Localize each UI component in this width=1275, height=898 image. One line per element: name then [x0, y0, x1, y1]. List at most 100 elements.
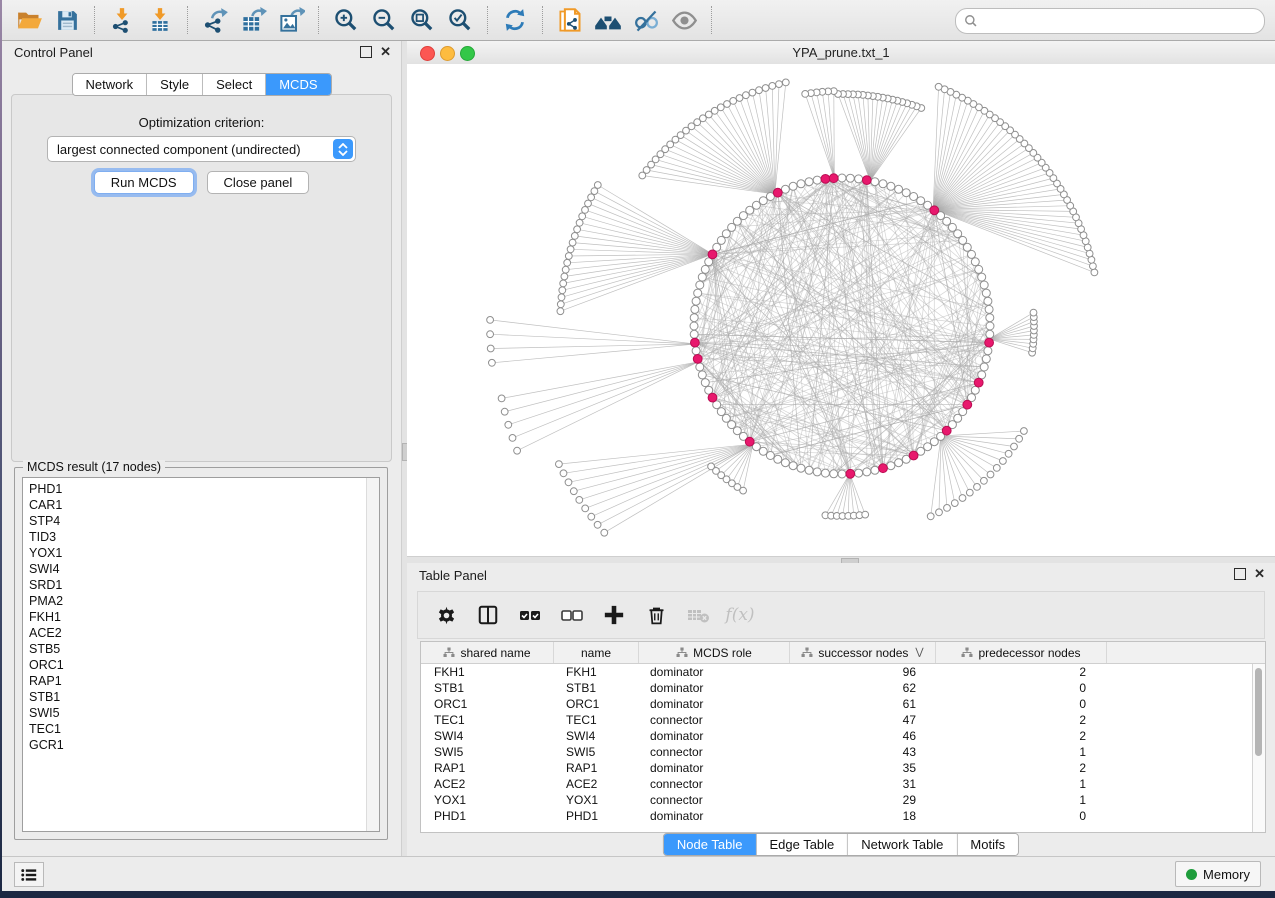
result-item[interactable]: TID3	[29, 529, 379, 545]
cell-mcds-role: dominator	[637, 681, 787, 695]
tab-network[interactable]: Network	[72, 74, 147, 95]
result-item[interactable]: GCR1	[29, 737, 379, 753]
share-document-button[interactable]	[551, 4, 589, 36]
import-network-button[interactable]	[103, 4, 141, 36]
show-eye-button[interactable]	[665, 4, 703, 36]
column-label: predecessor nodes	[978, 646, 1080, 660]
mcds-result-items: PHD1CAR1STP4TID3YOX1SWI4SRD1PMA2FKH1ACE2…	[23, 478, 379, 753]
save-session-button[interactable]	[48, 4, 86, 36]
column-attribute-icon	[801, 647, 813, 658]
tab-edge-table[interactable]: Edge Table	[756, 834, 848, 855]
result-list-scrollbar[interactable]	[366, 478, 379, 831]
table-row[interactable]: SWI5SWI5connector431	[421, 744, 1265, 760]
tab-mcds[interactable]: MCDS	[266, 74, 330, 95]
result-item[interactable]: YOX1	[29, 545, 379, 561]
criterion-dropdown[interactable]: largest connected component (undirected)	[47, 136, 356, 162]
table-row[interactable]: PHD1PHD1dominator180	[421, 808, 1265, 824]
zoom-selected-button[interactable]	[441, 4, 479, 36]
result-item[interactable]: PMA2	[29, 593, 379, 609]
table-scrollbar-thumb[interactable]	[1255, 668, 1262, 756]
close-table-panel-icon[interactable]: ✕	[1254, 569, 1265, 579]
zoom-in-button[interactable]	[327, 4, 365, 36]
result-item[interactable]: SRD1	[29, 577, 379, 593]
table-columns-button[interactable]	[474, 601, 502, 629]
control-panel-tabs: NetworkStyleSelectMCDS	[71, 73, 331, 96]
settings-gear-icon	[436, 605, 457, 626]
search-icon	[964, 14, 978, 28]
mcds-result-group: MCDS result (17 nodes) PHD1CAR1STP4TID3Y…	[14, 467, 388, 840]
hide-glasses-button[interactable]	[627, 4, 665, 36]
column-header-successor-nodes[interactable]: successor nodes⋁	[790, 642, 936, 663]
export-network-button[interactable]	[196, 4, 234, 36]
cell-successor-nodes: 18	[787, 809, 932, 823]
table-row[interactable]: YOX1YOX1connector291	[421, 792, 1265, 808]
delete-row-button[interactable]	[642, 601, 670, 629]
column-header-predecessor-nodes[interactable]: predecessor nodes	[936, 642, 1107, 663]
table-row[interactable]: RAP1RAP1dominator352	[421, 760, 1265, 776]
result-item[interactable]: RAP1	[29, 673, 379, 689]
import-table-icon	[147, 7, 173, 33]
search-network-button[interactable]	[589, 4, 627, 36]
result-item[interactable]: SWI5	[29, 705, 379, 721]
zoom-out-button[interactable]	[365, 4, 403, 36]
import-table-button[interactable]	[141, 4, 179, 36]
table-row[interactable]: ACE2ACE2connector311	[421, 776, 1265, 792]
export-group	[188, 6, 319, 34]
refresh-button[interactable]	[496, 4, 534, 36]
result-item[interactable]: PHD1	[29, 481, 379, 497]
result-item[interactable]: STB5	[29, 641, 379, 657]
zoom-in-icon	[333, 7, 359, 33]
run-mcds-button[interactable]: Run MCDS	[94, 171, 194, 194]
search-input[interactable]	[984, 13, 1256, 30]
tab-style[interactable]: Style	[147, 74, 203, 95]
deselect-all-button[interactable]	[558, 601, 586, 629]
table-scrollbar[interactable]	[1252, 664, 1265, 832]
result-item[interactable]: SWI4	[29, 561, 379, 577]
table-header-row: shared namename MCDS role successor nodes⋁…	[421, 642, 1265, 664]
result-item[interactable]: FKH1	[29, 609, 379, 625]
tab-motifs[interactable]: Motifs	[957, 834, 1018, 855]
result-item[interactable]: STP4	[29, 513, 379, 529]
column-attribute-icon	[443, 647, 455, 658]
close-panel-button[interactable]: Close panel	[207, 171, 310, 194]
node-table[interactable]: shared namename MCDS role successor nodes⋁…	[420, 641, 1266, 833]
export-table-icon	[240, 7, 267, 34]
table-row[interactable]: TEC1TEC1connector472	[421, 712, 1265, 728]
list-icon	[21, 868, 37, 882]
main-toolbar	[2, 0, 1275, 41]
network-canvas[interactable]	[407, 64, 1275, 556]
result-item[interactable]: ORC1	[29, 657, 379, 673]
result-item[interactable]: TEC1	[29, 721, 379, 737]
table-panel-title: Table Panel	[419, 568, 487, 583]
tab-network-table[interactable]: Network Table	[848, 834, 957, 855]
network-window-titlebar[interactable]: YPA_prune.txt_1	[407, 41, 1275, 65]
column-header-mcds-role[interactable]: MCDS role	[639, 642, 790, 663]
export-image-button[interactable]	[272, 4, 310, 36]
search-box[interactable]	[955, 8, 1265, 34]
open-file-button[interactable]	[10, 4, 48, 36]
memory-button[interactable]: Memory	[1175, 861, 1261, 887]
zoom-fit-button[interactable]	[403, 4, 441, 36]
export-table-button[interactable]	[234, 4, 272, 36]
float-panel-icon[interactable]	[360, 46, 372, 58]
table-row[interactable]: FKH1FKH1dominator962	[421, 664, 1265, 680]
table-row[interactable]: SWI4SWI4dominator462	[421, 728, 1265, 744]
result-item[interactable]: STB1	[29, 689, 379, 705]
close-panel-icon[interactable]: ✕	[380, 47, 391, 57]
column-label: MCDS role	[693, 646, 752, 660]
result-item[interactable]: CAR1	[29, 497, 379, 513]
float-table-panel-icon[interactable]	[1234, 568, 1246, 580]
add-row-button[interactable]	[600, 601, 628, 629]
column-header-name[interactable]: name	[554, 642, 639, 663]
table-row[interactable]: STB1STB1dominator620	[421, 680, 1265, 696]
task-history-button[interactable]	[14, 862, 44, 887]
table-row[interactable]: ORC1ORC1dominator610	[421, 696, 1265, 712]
select-all-button[interactable]	[516, 601, 544, 629]
table-settings-button[interactable]	[432, 601, 460, 629]
mcds-result-list[interactable]: PHD1CAR1STP4TID3YOX1SWI4SRD1PMA2FKH1ACE2…	[22, 477, 380, 832]
column-header-shared-name[interactable]: shared name	[421, 642, 554, 663]
tab-node-table[interactable]: Node Table	[664, 834, 757, 855]
tab-select[interactable]: Select	[203, 74, 266, 95]
network-graph[interactable]	[407, 64, 1275, 556]
result-item[interactable]: ACE2	[29, 625, 379, 641]
